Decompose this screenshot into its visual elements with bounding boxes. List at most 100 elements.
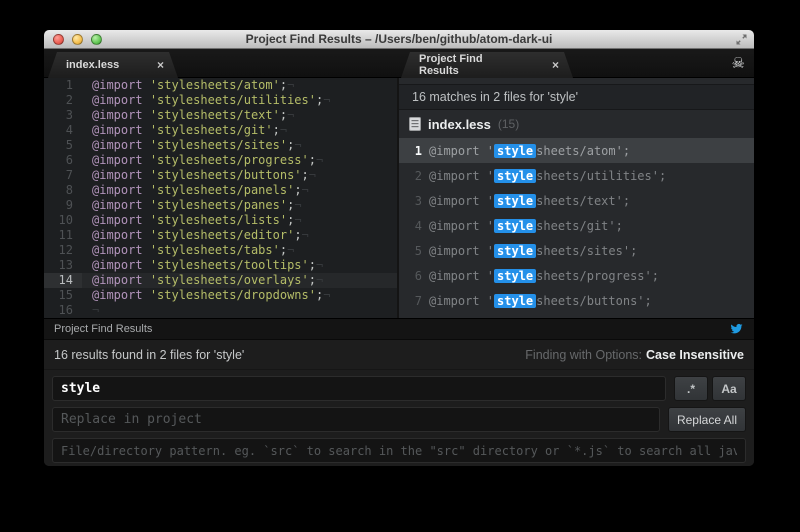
line-number: 10 [44,213,82,228]
match-highlight: style [494,194,536,208]
tab-label: index.less [66,59,119,71]
editor-line[interactable]: 5@import 'stylesheets/sites';¬ [44,138,397,153]
fullscreen-icon[interactable] [735,33,748,46]
match-highlight: style [494,294,536,308]
code-text: @import 'stylesheets/sites';¬ [82,138,302,153]
editor-line[interactable]: 15@import 'stylesheets/dropdowns';¬ [44,288,397,303]
editor-line[interactable]: 7@import 'stylesheets/buttons';¬ [44,168,397,183]
find-option-buttons: .* Aa [674,376,746,401]
code-text: @import 'stylesheets/tooltips';¬ [82,258,323,273]
editor-line[interactable]: 6@import 'stylesheets/progress';¬ [44,153,397,168]
line-number: 8 [44,183,82,198]
result-preview: @import 'stylesheets/progress'; [429,269,659,283]
search-result-row[interactable]: 6@import 'stylesheets/progress'; [399,263,754,288]
editor-line[interactable]: 9@import 'stylesheets/panes';¬ [44,198,397,213]
code-text: @import 'stylesheets/text';¬ [82,108,294,123]
result-preview: @import 'stylesheets/text'; [429,194,630,208]
zoom-window-button[interactable] [91,34,102,45]
line-number: 4 [44,123,82,138]
editor-line[interactable]: 16¬ [44,303,397,318]
result-line-number: 6 [399,269,429,283]
line-number: 16 [44,303,82,318]
result-list: 1@import 'stylesheets/atom';2@import 'st… [399,138,754,318]
file-icon [409,117,421,131]
line-number: 9 [44,198,82,213]
tab-index-less[interactable]: index.less × [48,52,178,78]
app-window: Project Find Results – /Users/ben/github… [44,30,754,466]
find-input[interactable] [52,376,666,401]
line-number: 2 [44,93,82,108]
match-highlight: style [494,219,536,233]
editor-line[interactable]: 2@import 'stylesheets/utilities';¬ [44,93,397,108]
match-highlight: style [494,169,536,183]
line-number: 5 [44,138,82,153]
editor-line[interactable]: 13@import 'stylesheets/tooltips';¬ [44,258,397,273]
editor-line[interactable]: 12@import 'stylesheets/tabs';¬ [44,243,397,258]
line-number: 13 [44,258,82,273]
match-highlight: style [494,244,536,258]
search-result-row[interactable]: 2@import 'stylesheets/utilities'; [399,163,754,188]
search-result-row[interactable]: 3@import 'stylesheets/text'; [399,188,754,213]
editor-line[interactable]: 14@import 'stylesheets/overlays';¬ [44,273,397,288]
replace-all-button[interactable]: Replace All [668,407,746,432]
summary-row: 16 results found in 2 files for 'style' … [44,340,754,370]
result-line-number: 2 [399,169,429,183]
regex-toggle-button[interactable]: .* [674,376,708,401]
search-result-row[interactable]: 5@import 'stylesheets/sites'; [399,238,754,263]
editor-line[interactable]: 8@import 'stylesheets/panels';¬ [44,183,397,198]
editor-line[interactable]: 4@import 'stylesheets/git';¬ [44,123,397,138]
result-preview: @import 'stylesheets/buttons'; [429,294,652,308]
skull-icon: ☠ [732,55,745,73]
right-pane-tabs: Project Find Results × [397,49,754,77]
window-title: Project Find Results – /Users/ben/github… [246,32,553,46]
editor-line[interactable]: 3@import 'stylesheets/text';¬ [44,108,397,123]
options-value: Case Insensitive [646,348,744,362]
code-text: @import 'stylesheets/progress';¬ [82,153,323,168]
code-text: ¬ [82,303,99,318]
tab-bar: index.less × Project Find Results × ☠ [44,49,754,78]
left-pane-tabs: index.less × [44,49,397,77]
panel-title: Project Find Results [54,323,152,335]
code-text: @import 'stylesheets/panes';¬ [82,198,302,213]
code-text: @import 'stylesheets/overlays';¬ [82,273,323,288]
line-number: 1 [44,78,82,93]
replace-input[interactable] [52,407,660,432]
result-file-name: index.less [428,117,491,132]
result-line-number: 3 [399,194,429,208]
case-toggle-button[interactable]: Aa [712,376,746,401]
close-window-button[interactable] [53,34,64,45]
editor-line[interactable]: 10@import 'stylesheets/lists';¬ [44,213,397,228]
search-result-row[interactable]: 4@import 'stylesheets/git'; [399,213,754,238]
code-text: @import 'stylesheets/tabs';¬ [82,243,294,258]
search-result-row[interactable]: 8@import 'stylesheets/panels'; [399,313,754,318]
code-text: @import 'stylesheets/git';¬ [82,123,287,138]
replace-row: Replace All [52,407,746,432]
result-preview: @import 'stylesheets/atom'; [429,144,630,158]
line-number: 11 [44,228,82,243]
code-text: @import 'stylesheets/panels';¬ [82,183,309,198]
titlebar: Project Find Results – /Users/ben/github… [44,30,754,49]
line-number: 15 [44,288,82,303]
line-number: 6 [44,153,82,168]
results-pane: 16 matches in 2 files for 'style' index.… [397,78,754,318]
line-number: 3 [44,108,82,123]
result-line-number: 7 [399,294,429,308]
editor-pane[interactable]: 1@import 'stylesheets/atom';¬2@import 's… [44,78,397,318]
code-text: @import 'stylesheets/atom';¬ [82,78,294,93]
close-tab-icon[interactable]: × [552,58,559,72]
search-result-row[interactable]: 1@import 'stylesheets/atom'; [399,138,754,163]
minimize-window-button[interactable] [72,34,83,45]
editor-line[interactable]: 11@import 'stylesheets/editor';¬ [44,228,397,243]
path-pattern-input[interactable] [52,438,746,463]
editor-line[interactable]: 1@import 'stylesheets/atom';¬ [44,78,397,93]
tab-label: Project Find Results [419,53,518,77]
panel-header: Project Find Results [44,319,754,340]
result-preview: @import 'stylesheets/sites'; [429,244,637,258]
path-row [52,438,746,463]
search-result-row[interactable]: 7@import 'stylesheets/buttons'; [399,288,754,313]
close-tab-icon[interactable]: × [157,58,164,72]
tab-project-find-results[interactable]: Project Find Results × [401,52,573,78]
result-file-row[interactable]: index.less (15) [399,110,754,138]
result-line-number: 5 [399,244,429,258]
result-line-number: 4 [399,219,429,233]
